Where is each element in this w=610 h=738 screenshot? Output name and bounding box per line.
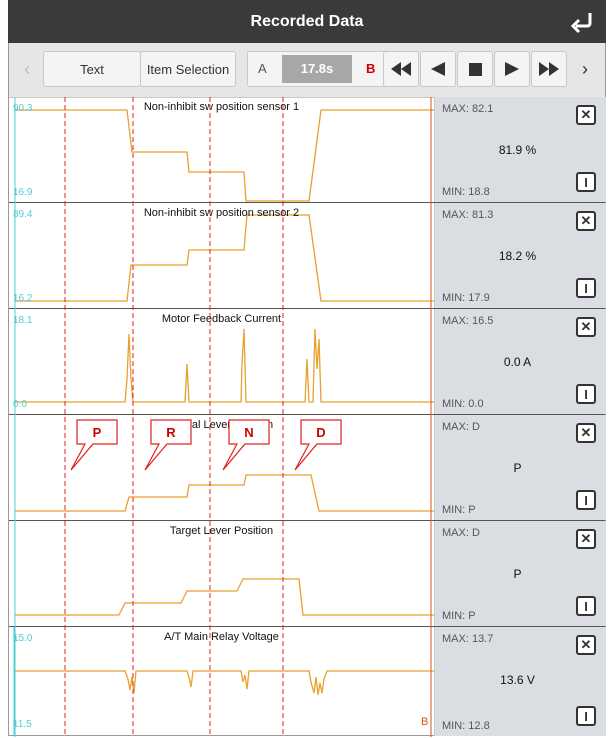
play-reverse-icon (431, 62, 445, 76)
fast-rewind-button[interactable] (383, 51, 419, 87)
ab-range-control[interactable]: A 17.8s B (247, 51, 389, 87)
stop-button[interactable] (457, 51, 493, 87)
min-value: MIN: P (442, 504, 476, 516)
min-value: MIN: 18.8 (442, 186, 490, 198)
data-panel: Non-inhibit sw position sensor 2 89.4 16… (9, 203, 606, 309)
item-selection-button[interactable]: Item Selection (140, 51, 236, 87)
y-min-label: 0.0 (13, 399, 27, 410)
close-icon[interactable]: ✕ (576, 317, 596, 337)
y-min-label: 16.2 (13, 293, 33, 304)
data-panel: Non-inhibit sw position sensor 1 90.3 16… (9, 97, 606, 203)
panel-title: Non-inhibit sw position sensor 1 (143, 101, 300, 113)
close-icon[interactable]: ✕ (576, 105, 596, 125)
info-icon[interactable]: I (576, 172, 596, 192)
data-panel: A/T Main Relay Voltage 15.0 11.5 MAX: 13… (9, 627, 606, 737)
data-panel: Actual Lever Position MAX: D P MIN: P ✕ … (9, 415, 606, 521)
chevron-left-icon[interactable]: ‹ (17, 51, 37, 87)
time-display: 17.8s (282, 55, 352, 83)
max-value: MAX: 16.5 (442, 315, 494, 327)
current-value: 13.6 V (500, 673, 535, 687)
panel-title: Target Lever Position (169, 525, 274, 537)
cursor-b-label: B (421, 716, 429, 728)
min-value: MIN: 0.0 (442, 398, 484, 410)
close-icon[interactable]: ✕ (576, 529, 596, 549)
fast-forward-button[interactable] (531, 51, 567, 87)
graph-area[interactable]: Actual Lever Position (9, 415, 434, 520)
data-panel: Target Lever Position MAX: D P MIN: P ✕ … (9, 521, 606, 627)
panel-title: Actual Lever Position (169, 419, 274, 431)
value-panel: MAX: 16.5 0.0 A MIN: 0.0 ✕ I (434, 309, 606, 414)
max-value: MAX: D (442, 421, 480, 433)
info-icon[interactable]: I (576, 490, 596, 510)
step-back-button[interactable] (420, 51, 456, 87)
title-bar: Recorded Data (8, 0, 606, 43)
y-max-label: 18.1 (13, 315, 33, 326)
current-value: 0.0 A (503, 355, 532, 369)
fast-rewind-icon (391, 62, 411, 76)
value-panel: MAX: 81.3 18.2 % MIN: 17.9 ✕ I (434, 203, 606, 308)
chevron-right-icon[interactable]: › (575, 51, 595, 87)
close-icon[interactable]: ✕ (576, 635, 596, 655)
y-min-label: 16.9 (13, 187, 33, 198)
info-icon[interactable]: I (576, 706, 596, 726)
graph-area[interactable]: Target Lever Position (9, 521, 434, 626)
close-icon[interactable]: ✕ (576, 211, 596, 231)
return-icon[interactable] (568, 9, 596, 35)
y-max-label: 90.3 (13, 103, 33, 114)
max-value: MAX: 13.7 (442, 633, 494, 645)
value-panel: MAX: 82.1 81.9 % MIN: 18.8 ✕ I (434, 97, 606, 202)
min-value: MIN: P (442, 610, 476, 622)
close-icon[interactable]: ✕ (576, 423, 596, 443)
play-icon (505, 62, 519, 76)
graph-area[interactable]: A/T Main Relay Voltage 15.0 11.5 (9, 627, 434, 736)
max-value: MAX: 82.1 (442, 103, 494, 115)
max-value: MAX: D (442, 527, 480, 539)
marker-b-label[interactable]: B (366, 52, 375, 86)
panel-title: Motor Feedback Current (161, 313, 282, 325)
y-min-label: 11.5 (13, 719, 32, 730)
stop-icon (468, 62, 482, 76)
current-value: P (513, 567, 522, 581)
panel-title: Non-inhibit sw position sensor 2 (143, 207, 300, 219)
info-icon[interactable]: I (576, 278, 596, 298)
y-max-label: 89.4 (13, 209, 33, 220)
info-icon[interactable]: I (576, 596, 596, 616)
value-panel: MAX: D P MIN: P ✕ I (434, 521, 606, 626)
play-button[interactable] (494, 51, 530, 87)
min-value: MIN: 17.9 (442, 292, 490, 304)
toolbar: ‹ Text Item Selection A 17.8s B › (9, 43, 605, 98)
graph-area[interactable]: Non-inhibit sw position sensor 2 89.4 16… (9, 203, 434, 308)
data-panel: Motor Feedback Current 18.1 0.0 MAX: 16.… (9, 309, 606, 415)
marker-a-label[interactable]: A (258, 52, 267, 86)
max-value: MAX: 81.3 (442, 209, 494, 221)
text-button[interactable]: Text (43, 51, 141, 87)
current-value: 81.9 % (498, 143, 537, 157)
graph-area[interactable]: Motor Feedback Current 18.1 0.0 (9, 309, 434, 414)
value-panel: MAX: 13.7 13.6 V MIN: 12.8 ✕ I (434, 627, 606, 736)
fast-forward-icon (539, 62, 559, 76)
info-icon[interactable]: I (576, 384, 596, 404)
panel-title: A/T Main Relay Voltage (164, 631, 279, 643)
page-title: Recorded Data (250, 13, 364, 30)
y-max-label: 15.0 (13, 633, 33, 644)
trace-chart (13, 627, 434, 736)
graph-area[interactable]: Non-inhibit sw position sensor 1 90.3 16… (9, 97, 434, 202)
current-value: 18.2 % (498, 249, 537, 263)
min-value: MIN: 12.8 (442, 720, 490, 732)
current-value: P (513, 461, 522, 475)
value-panel: MAX: D P MIN: P ✕ I (434, 415, 606, 520)
